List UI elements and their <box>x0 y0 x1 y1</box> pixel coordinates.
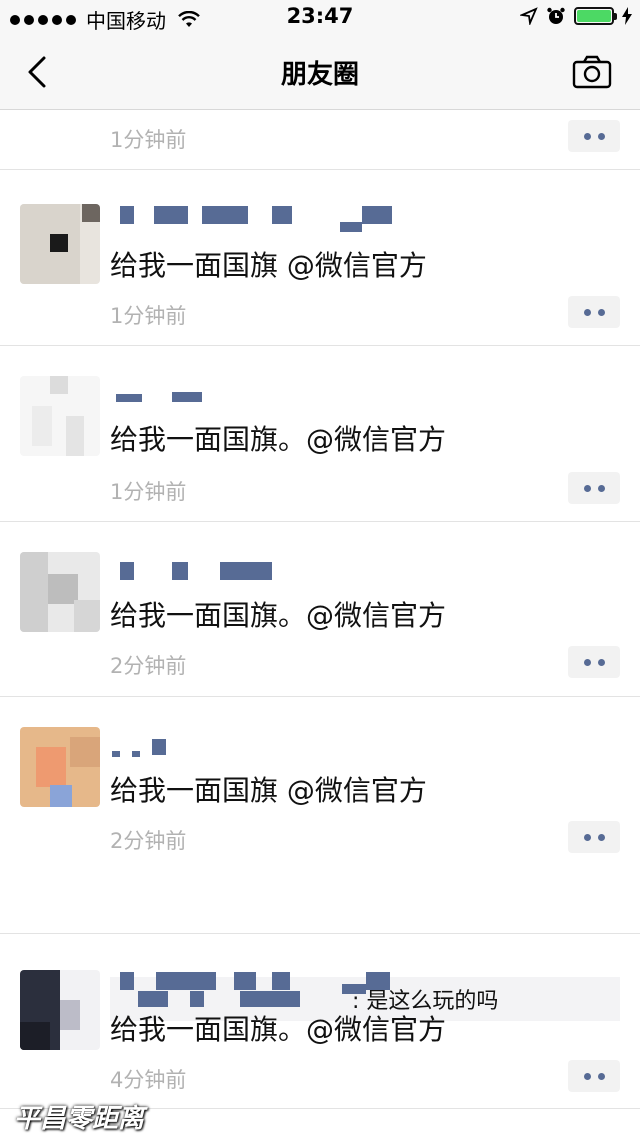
page-title: 朋友圈 <box>280 60 359 90</box>
battery-icon <box>574 7 617 25</box>
status-bar: 中国移动 23:47 <box>0 0 640 36</box>
post-time: 1分钟前 <box>110 128 187 152</box>
avatar[interactable] <box>20 727 100 807</box>
moment-post: 1分钟前 <box>0 110 640 170</box>
post-content: 给我一面国旗。@微信官方 <box>110 599 447 632</box>
moment-post: 给我一面国旗。@微信官方 2分钟前 <box>0 522 640 697</box>
post-time: 2分钟前 <box>110 829 187 853</box>
moment-post: 给我一面国旗 @微信官方 1分钟前 <box>0 170 640 346</box>
more-button[interactable] <box>568 120 620 152</box>
more-button[interactable] <box>568 472 620 504</box>
post-time: 4分钟前 <box>110 1068 187 1092</box>
more-dots-icon <box>583 833 591 841</box>
moment-post: 给我一面国旗 @微信官方 2分钟前 : 是这么玩的吗 <box>0 697 640 1021</box>
more-dots-icon <box>583 484 591 492</box>
more-button[interactable] <box>568 646 620 678</box>
alarm-icon <box>547 7 565 24</box>
moment-post: 给我一面国旗。@微信官方 4分钟前 <box>0 934 640 1109</box>
avatar[interactable] <box>20 376 100 456</box>
more-dots-icon <box>583 308 591 316</box>
avatar[interactable] <box>20 204 100 284</box>
post-time: 2分钟前 <box>110 654 187 678</box>
camera-icon[interactable] <box>572 54 612 90</box>
more-dots-icon <box>583 1072 591 1080</box>
post-content: 给我一面国旗。@微信官方 <box>110 423 447 456</box>
more-dots-icon <box>583 658 591 666</box>
moment-post: 给我一面国旗。@微信官方 1分钟前 <box>0 346 640 522</box>
post-time: 1分钟前 <box>110 480 187 504</box>
post-content: 给我一面国旗。@微信官方 <box>110 1013 447 1046</box>
charging-icon <box>622 7 632 25</box>
more-dots-icon <box>583 132 591 140</box>
avatar[interactable] <box>20 970 100 1050</box>
nav-bar: 朋友圈 <box>0 36 640 110</box>
more-button[interactable] <box>568 821 620 853</box>
post-content: 给我一面国旗 @微信官方 <box>110 249 427 282</box>
more-button[interactable] <box>568 1060 620 1092</box>
location-arrow-icon <box>520 7 538 25</box>
watermark: 平昌零距离 <box>14 1104 145 1133</box>
avatar[interactable] <box>20 552 100 632</box>
post-content: 给我一面国旗 @微信官方 <box>110 774 427 807</box>
more-button[interactable] <box>568 296 620 328</box>
post-time: 1分钟前 <box>110 304 187 328</box>
